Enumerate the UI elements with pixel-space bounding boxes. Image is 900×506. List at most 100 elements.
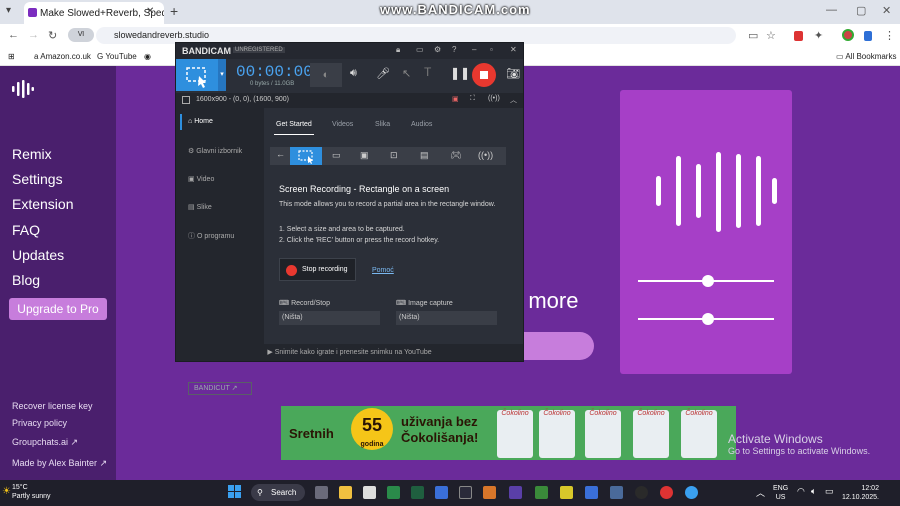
tab-get-started[interactable]: Get Started: [276, 121, 312, 128]
bandicam-footer[interactable]: ▶ Snimite kako igrate i prenesite snimku…: [176, 344, 523, 361]
bookmark-amazon[interactable]: a Amazon.co.uk: [34, 52, 91, 61]
minimize-window-icon[interactable]: —: [826, 4, 837, 16]
restore-icon[interactable]: ▫: [490, 45, 493, 54]
volume-icon[interactable]: 🔈︎: [811, 486, 816, 497]
tab-audios[interactable]: Audios: [411, 121, 432, 128]
audio-only-mode-icon[interactable]: ((•)): [478, 150, 493, 160]
app-icon[interactable]: [459, 486, 472, 499]
reload-icon[interactable]: ↻: [48, 29, 57, 42]
folder-icon[interactable]: ▭: [416, 45, 424, 54]
region-resize-icon[interactable]: ⛶: [470, 95, 475, 103]
app-icon[interactable]: [635, 486, 648, 499]
menu-icon[interactable]: ⋮: [884, 29, 895, 42]
bookmark-youtube[interactable]: G YouTube: [97, 52, 137, 61]
collapse-icon[interactable]: ︿: [510, 95, 517, 105]
help-link[interactable]: Pomoć: [372, 267, 394, 274]
brave-shield-icon[interactable]: [794, 31, 803, 41]
extension-badge-icon[interactable]: Ⅵ: [68, 28, 94, 42]
hotkey-image-field[interactable]: (Ništa): [396, 311, 497, 325]
nav-blog[interactable]: Blog: [12, 272, 40, 288]
rectangle-mode-tab[interactable]: [290, 147, 322, 165]
close-icon[interactable]: ✕: [510, 45, 517, 54]
speaker-icon[interactable]: 🔊︎: [350, 67, 357, 80]
apps-icon[interactable]: ⊞: [8, 52, 15, 61]
wifi-icon[interactable]: ◠: [797, 486, 805, 497]
upgrade-button[interactable]: Upgrade to Pro: [9, 298, 107, 320]
forward-icon[interactable]: →: [28, 29, 39, 41]
back-arrow-icon[interactable]: ←: [276, 149, 285, 159]
maximize-window-icon[interactable]: ▢: [856, 4, 866, 17]
nav-settings[interactable]: Settings: [12, 171, 63, 187]
region-audio-icon[interactable]: ((•)): [488, 95, 500, 102]
text-overlay-icon[interactable]: T: [424, 65, 431, 79]
nav-extension[interactable]: Extension: [12, 196, 73, 212]
app-icon[interactable]: [435, 486, 448, 499]
bookmark-globe[interactable]: ◉: [144, 52, 151, 61]
file-explorer-icon[interactable]: [339, 486, 352, 499]
fullscreen-mode-icon[interactable]: ▭: [332, 150, 341, 161]
nav-home[interactable]: ⌂ Home: [188, 118, 213, 125]
tab-videos[interactable]: Videos: [332, 121, 353, 128]
profile-avatar[interactable]: [842, 29, 854, 41]
taskbar-search[interactable]: ⚲ Search: [251, 484, 305, 501]
new-tab-icon[interactable]: +: [170, 3, 178, 19]
back-icon[interactable]: ←: [8, 29, 19, 41]
clock[interactable]: 12:02 12.10.2025.: [842, 484, 879, 502]
recover-license-link[interactable]: Recover license key: [12, 401, 93, 411]
nav-remix[interactable]: Remix: [12, 146, 52, 162]
pause-icon[interactable]: ❚❚: [450, 66, 470, 80]
browser-tab[interactable]: Make Slowed+Reverb, Sped Up...: [24, 2, 164, 24]
game-mode-icon[interactable]: 🎮︎: [450, 150, 461, 161]
mode-dropdown-icon[interactable]: ▾: [218, 59, 226, 91]
app-icon[interactable]: [610, 486, 623, 499]
stop-recording-button[interactable]: Stop recording: [279, 258, 356, 281]
browser-taskbar-icon[interactable]: [685, 486, 698, 499]
slider-knob[interactable]: [702, 313, 714, 325]
app-icon[interactable]: [585, 486, 598, 499]
app-icon[interactable]: [387, 486, 400, 499]
privacy-policy-link[interactable]: Privacy policy: [12, 418, 67, 428]
weather-widget[interactable]: 15°C Partly sunny: [12, 483, 51, 501]
close-window-icon[interactable]: ✕: [882, 4, 891, 17]
hotkey-record-field[interactable]: (Ništa): [279, 311, 380, 325]
close-tab-icon[interactable]: ✕: [146, 6, 154, 17]
app-icon[interactable]: [509, 486, 522, 499]
all-bookmarks[interactable]: ▭ All Bookmarks: [836, 52, 896, 61]
microphone-icon[interactable]: 🎤︎: [376, 67, 390, 80]
nav-faq[interactable]: FAQ: [12, 222, 40, 238]
show-hidden-icons-icon[interactable]: ︿: [756, 486, 765, 499]
cursor-effect-icon[interactable]: ↖: [402, 67, 411, 80]
battery-icon[interactable]: ▭: [825, 486, 834, 497]
device-mode-icon[interactable]: ▤: [420, 150, 429, 161]
groupchats-link[interactable]: Groupchats.ai ↗: [12, 437, 78, 448]
help-icon[interactable]: ?: [452, 45, 456, 54]
bandicut-button[interactable]: BANDICUT ↗: [188, 382, 252, 395]
task-view-icon[interactable]: [315, 486, 328, 499]
vpn-icon[interactable]: [864, 31, 872, 41]
made-by-link[interactable]: Made by Alex Bainter ↗: [12, 458, 107, 469]
start-icon[interactable]: [228, 485, 241, 498]
app-icon[interactable]: [483, 486, 496, 499]
cast-icon[interactable]: ▭: [748, 29, 758, 42]
logo-waveform-icon[interactable]: [12, 80, 34, 98]
bandicam-taskbar-icon[interactable]: [660, 486, 673, 499]
tab-search-icon[interactable]: ▾: [6, 5, 11, 16]
nav-updates[interactable]: Updates: [12, 247, 64, 263]
app-icon[interactable]: [411, 486, 424, 499]
screen-mode-button[interactable]: [176, 59, 218, 91]
weather-icon[interactable]: ☀: [2, 486, 11, 497]
tab-images[interactable]: Slika: [375, 121, 390, 128]
lock-icon[interactable]: 🔒︎: [396, 45, 400, 55]
settings-icon[interactable]: ⚙: [434, 45, 441, 54]
slider-2[interactable]: [638, 313, 774, 325]
slider-knob[interactable]: [702, 275, 714, 287]
bookmark-star-icon[interactable]: ☆: [766, 29, 776, 42]
nav-main-menu[interactable]: ⚙ Glavni izbornik: [188, 147, 242, 155]
app-icon[interactable]: [363, 486, 376, 499]
region-target-icon[interactable]: ▣: [452, 95, 459, 103]
app-icon[interactable]: [560, 486, 573, 499]
webcam-icon[interactable]: ◐: [310, 63, 342, 87]
minimize-icon[interactable]: –: [472, 45, 476, 54]
around-mouse-mode-icon[interactable]: ⊡: [390, 150, 398, 161]
window-mode-icon[interactable]: ▣: [360, 150, 369, 161]
